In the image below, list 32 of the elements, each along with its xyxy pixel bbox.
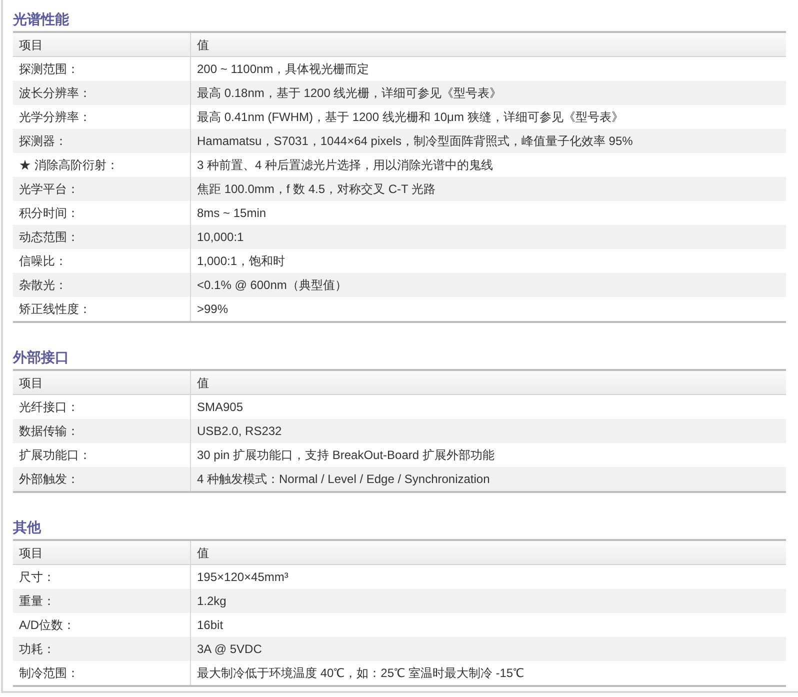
section-title: 外部接口: [13, 348, 69, 367]
section-title: 其他: [13, 518, 41, 537]
table-cell: 制冷范围：: [13, 661, 191, 685]
column-header: 值: [196, 545, 210, 562]
table-cell-text: <0.1% @ 600nm（典型值）: [196, 277, 348, 294]
table-cell-text: 30 pin 扩展功能口，支持 BreakOut-Board 扩展外部功能: [196, 447, 496, 464]
column-header: 项目: [13, 371, 191, 394]
table-cell-text: 195×120×45mm³: [196, 569, 290, 586]
table-cell-text: >99%: [196, 301, 230, 318]
table-cell-text: 4 种触发模式：Normal / Level / Edge / Synchronization: [196, 471, 491, 488]
table-cell-text: 1,000:1，饱和时: [196, 253, 286, 270]
table-cell-text: 16bit: [196, 617, 224, 634]
column-header: 项目: [13, 541, 191, 564]
column-header: 项目: [13, 33, 191, 56]
table-cell-text: 8ms ~ 15min: [196, 205, 268, 222]
column-header: 值: [196, 375, 210, 392]
table-cell-text: SMA905: [196, 399, 244, 416]
table-cell-text: 200 ~ 1100nm，具体视光栅而定: [196, 61, 370, 78]
table-cell-text: Hamamatsu，S7031，1044×64 pixels，制冷型面阵背照式，峰值量子化效率 95%: [196, 133, 634, 150]
column-header: 值: [196, 37, 210, 54]
table-cell-text: 1.2kg: [196, 593, 228, 610]
table-cell-text: USB2.0, RS232: [196, 423, 283, 440]
table-cell-text: 10,000:1: [196, 229, 245, 246]
table-cell-text: 3A @ 5VDC: [196, 641, 263, 658]
table-cell-text: 焦距 100.0mm，f 数 4.5，对称交叉 C-T 光路: [196, 181, 436, 198]
table-cell-text: 3 种前置、4 种后置滤光片选择，用以消除光谱中的鬼线: [196, 157, 494, 174]
section-title: 光谱性能: [13, 10, 69, 29]
table-cell-text: 最大制冷低于环境温度 40℃，如：25℃ 室温时最大制冷 -15℃: [196, 665, 526, 682]
table-cell-text: 最高 0.18nm，基于 1200 线光栅，详细可参见《型号表》: [196, 85, 503, 102]
table-cell: 外部触发：: [13, 467, 191, 491]
table-cell: 矫正线性度：: [13, 297, 191, 321]
table-cell-text: 最高 0.41nm (FWHM)，基于 1200 线光栅和 10μm 狭缝，详细可参见《型号表》: [196, 109, 624, 126]
